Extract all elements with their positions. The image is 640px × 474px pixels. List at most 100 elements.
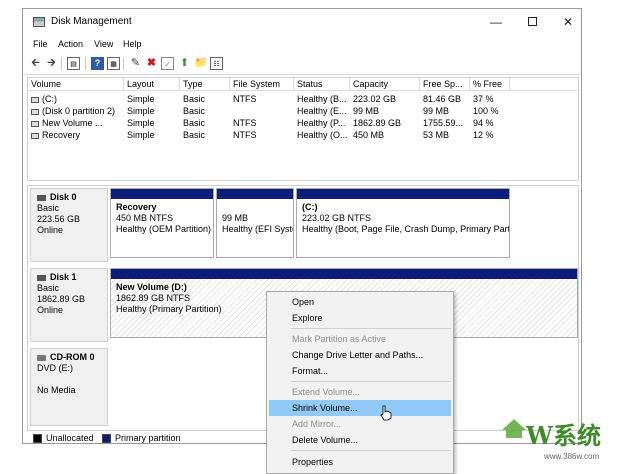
partition[interactable]: (C:) 223.02 GB NTFS Healthy (Boot, Page … [296, 188, 510, 258]
disk-row: Disk 0 Basic 223.56 GB Online Recovery 4… [28, 186, 578, 264]
ctx-explore[interactable]: Explore [269, 310, 451, 326]
volume-list-header: Volume Layout Type File System Status Ca… [28, 78, 578, 91]
volume-row[interactable]: (Disk 0 partition 2) Simple Basic Healthy (… [28, 105, 578, 117]
ctx-mark-active: Mark Partition as Active [292, 334, 387, 344]
volume-cell: Simple [124, 117, 180, 129]
volume-row[interactable]: New Volume ... Simple Basic NTFS Healthy (P.… [28, 117, 578, 129]
menu-view[interactable]: View [94, 39, 113, 49]
partition-title: New Volume (D:) [116, 282, 187, 292]
column-header[interactable]: Status [294, 78, 350, 91]
column-header[interactable]: Volume [28, 78, 124, 91]
partition-size: 99 MB [222, 213, 249, 223]
partition-status: Healthy (OEM Partition) [116, 224, 212, 234]
title-bar: Disk Management — ✕ [23, 9, 581, 35]
volume-cell: Simple [124, 129, 180, 141]
volume-cell: 94 % [470, 117, 510, 129]
disk-status: Online [37, 225, 64, 235]
minimize-button[interactable]: — [481, 13, 511, 31]
column-header[interactable]: Capacity [350, 78, 420, 91]
volume-cell-text: 450 MB [353, 130, 385, 140]
volume-cell-text: (Disk 0 partition 2) [42, 106, 116, 116]
volume-cell-text: 100 % [473, 106, 499, 116]
back-arrow-icon[interactable]: 🡰 [29, 57, 42, 70]
ctx-shrink-volume[interactable]: Shrink Volume... [269, 400, 451, 416]
disk-size: 223.56 GB [37, 214, 81, 224]
delete-icon[interactable]: ✖ [145, 57, 158, 70]
volume-cell: Healthy (O... [294, 129, 350, 141]
menu-action[interactable]: Action [58, 39, 83, 49]
hard-disk-icon [37, 274, 46, 281]
volume-cell-text: New Volume ... [42, 118, 103, 128]
ctx-format[interactable]: Format... [269, 363, 451, 379]
volume-cell: Basic [180, 129, 230, 141]
partition-title: Recovery [116, 202, 157, 212]
close-button[interactable]: ✕ [553, 13, 583, 31]
menu-separator [291, 450, 451, 451]
partition-status: Healthy (EFI Syste [222, 224, 293, 234]
volume-cell-text: Healthy (O... [297, 130, 348, 140]
volume-cell-text: 99 MB [353, 106, 380, 116]
forward-arrow-icon[interactable]: 🡲 [45, 57, 58, 70]
disk-label[interactable]: Disk 1 Basic 1862.89 GB Online [30, 268, 108, 342]
volume-cell-text: 1862.89 GB [353, 118, 402, 128]
menu-separator [291, 381, 451, 382]
volume-cell-text: 99 MB [423, 106, 450, 116]
ctx-properties[interactable]: Properties [269, 454, 451, 470]
column-header[interactable]: File System [230, 78, 294, 91]
edit-icon[interactable]: ✎ [129, 57, 142, 70]
list-view-icon[interactable]: ▤ [67, 57, 80, 70]
menu-separator [291, 328, 451, 329]
ctx-change-drive-letter[interactable]: Change Drive Letter and Paths... [269, 347, 451, 363]
partition-size: 223.02 GB NTFS [302, 213, 372, 223]
volume-cell: Basic [180, 117, 230, 129]
disk-name: CD-ROM 0 [50, 352, 95, 362]
volume-cell-text: Simple [127, 130, 155, 140]
volume-cell: 450 MB [350, 129, 420, 141]
column-header[interactable]: Type [180, 78, 230, 91]
disk-name: Disk 0 [50, 192, 77, 202]
disk-label[interactable]: CD-ROM 0 DVD (E:) No Media [30, 348, 108, 426]
legend-primary: Primary partition [115, 433, 181, 443]
toolbar-separator [85, 57, 86, 70]
menu-help[interactable]: Help [123, 39, 142, 49]
volume-icon [31, 120, 39, 127]
volume-icon [31, 132, 39, 139]
menu-bar: File Action View Help [23, 37, 581, 53]
volume-cell: Healthy (P... [294, 117, 350, 129]
volume-row[interactable]: Recovery Simple Basic NTFS Healthy (O... 450 … [28, 129, 578, 141]
partition[interactable]: 99 MB Healthy (EFI Syste [216, 188, 294, 258]
legend-unallocated: Unallocated [46, 433, 94, 443]
ctx-open[interactable]: Open [269, 294, 451, 310]
volume-list: Volume Layout Type File System Status Ca… [27, 77, 579, 181]
ctx-delete-volume[interactable]: Delete Volume... [269, 432, 451, 448]
volume-cell-text: Basic [183, 118, 206, 128]
disk-label[interactable]: Disk 0 Basic 223.56 GB Online [30, 188, 108, 262]
volume-cell: (C:) [28, 93, 124, 105]
volume-cell-text: 81.46 GB [423, 94, 462, 104]
help-icon[interactable]: ? [91, 57, 104, 70]
settings-icon[interactable]: ☷ [210, 57, 223, 70]
volume-icon [31, 96, 39, 103]
properties-icon[interactable]: ▦ [107, 57, 120, 70]
partition[interactable]: Recovery 450 MB NTFS Healthy (OEM Partit… [110, 188, 214, 258]
volume-cell: 37 % [470, 93, 510, 105]
column-header[interactable]: % Free [470, 78, 510, 91]
check-icon[interactable]: ✓ [161, 57, 174, 70]
refresh-icon[interactable]: ⬆ [178, 57, 191, 70]
column-header[interactable]: Free Sp... [420, 78, 470, 91]
menu-file[interactable]: File [33, 39, 48, 49]
disk-type: Basic [37, 283, 60, 293]
volume-cell-text: 1755.59... [423, 118, 464, 128]
volume-cell: New Volume ... [28, 117, 124, 129]
volume-cell-text: NTFS [233, 130, 257, 140]
maximize-button[interactable] [517, 13, 547, 31]
toolbar-separator [61, 57, 62, 70]
volume-cell: (Disk 0 partition 2) [28, 105, 124, 117]
disk-type: DVD (E:) [37, 363, 73, 373]
volume-cell: 223.02 GB [350, 93, 420, 105]
column-header[interactable]: Layout [124, 78, 180, 91]
explore-icon[interactable]: 📁 [194, 57, 208, 70]
volume-row[interactable]: (C:) Simple Basic NTFS Healthy (B... 223.02 G… [28, 93, 578, 105]
disk-name: Disk 1 [50, 272, 77, 282]
volume-cell-text: 223.02 GB [353, 94, 397, 104]
